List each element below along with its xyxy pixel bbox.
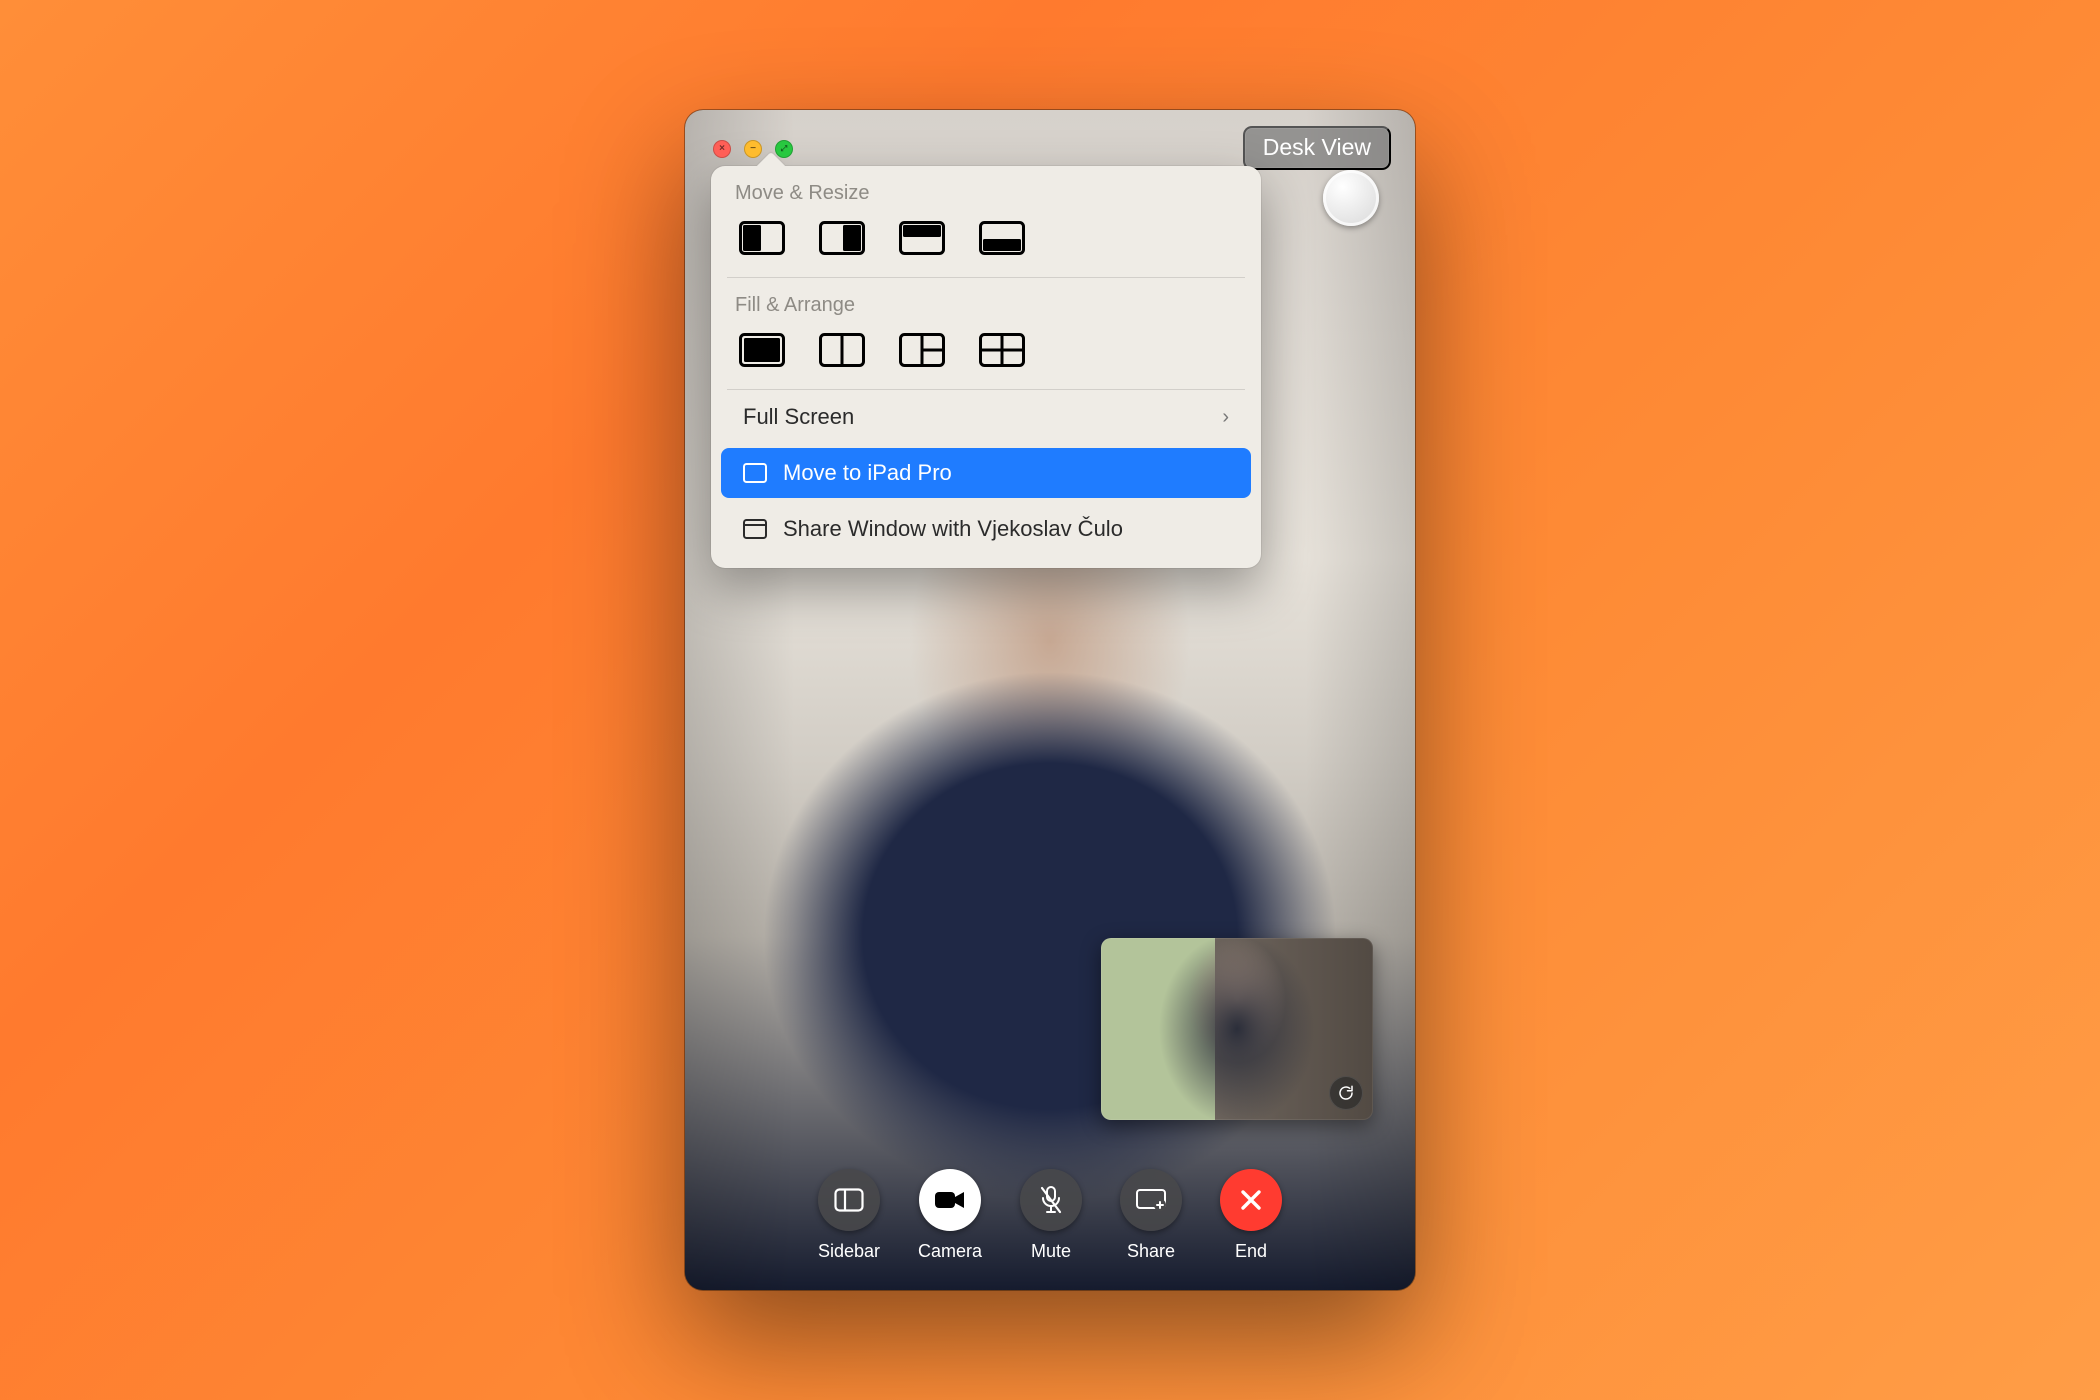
share-button[interactable] (1120, 1169, 1182, 1231)
menu-item-full-screen[interactable]: Full Screen › (721, 392, 1251, 442)
window-minimize-button[interactable]: − (744, 140, 762, 158)
desk-view-button[interactable]: Desk View (1243, 126, 1391, 170)
arrange-three-tile-icon[interactable] (899, 333, 945, 367)
zoom-icon: ⤢ (781, 145, 787, 153)
menu-item-label: Full Screen (743, 404, 854, 430)
close-icon (1238, 1187, 1264, 1213)
window-traffic-lights: × − ⤢ (713, 140, 793, 158)
tile-left-half-icon[interactable] (739, 221, 785, 255)
tile-bottom-half-icon[interactable] (979, 221, 1025, 255)
arrange-fill-icon[interactable] (739, 333, 785, 367)
control-label: Mute (1031, 1241, 1071, 1262)
control-share: Share (1120, 1169, 1182, 1262)
sidebar-button[interactable] (818, 1169, 880, 1231)
rotate-camera-button[interactable] (1329, 1076, 1363, 1110)
minimize-icon: − (750, 144, 756, 154)
call-controls: Sidebar Camera Mute (685, 1169, 1415, 1262)
menu-item-label: Move to iPad Pro (783, 460, 952, 486)
control-sidebar: Sidebar (818, 1169, 880, 1262)
control-label: Camera (918, 1241, 982, 1262)
rotate-icon (1337, 1084, 1355, 1102)
sidebar-icon (834, 1188, 864, 1212)
fill-arrange-section: Fill & Arrange (711, 278, 1261, 389)
control-label: Sidebar (818, 1241, 880, 1262)
control-end: End (1220, 1169, 1282, 1262)
control-label: Share (1127, 1241, 1175, 1262)
menu-item-move-to-ipad[interactable]: Move to iPad Pro (721, 448, 1251, 498)
live-photo-shutter[interactable] (1323, 170, 1379, 226)
fill-arrange-label: Fill & Arrange (735, 294, 1237, 317)
end-call-button[interactable] (1220, 1169, 1282, 1231)
microphone-muted-icon (1038, 1185, 1064, 1215)
camera-icon (934, 1189, 966, 1211)
control-mute: Mute (1020, 1169, 1082, 1262)
screen-share-icon (1135, 1188, 1167, 1212)
facetime-window: × − ⤢ Desk View Move & Resize Fill & Arr… (685, 110, 1415, 1290)
move-resize-label: Move & Resize (735, 182, 1237, 205)
ipad-icon (743, 463, 767, 483)
window-icon (743, 519, 767, 539)
tile-top-half-icon[interactable] (899, 221, 945, 255)
control-label: End (1235, 1241, 1267, 1262)
mute-button[interactable] (1020, 1169, 1082, 1231)
window-layout-popover: Move & Resize Fill & Arrange Full Screen… (711, 166, 1261, 568)
camera-button[interactable] (919, 1169, 981, 1231)
chevron-right-icon: › (1222, 406, 1229, 429)
close-icon: × (719, 144, 725, 154)
arrange-two-column-icon[interactable] (819, 333, 865, 367)
arrange-four-tile-icon[interactable] (979, 333, 1025, 367)
menu-item-share-window[interactable]: Share Window with Vjekoslav Čulo (721, 504, 1251, 554)
self-view-pip[interactable] (1101, 938, 1373, 1120)
window-close-button[interactable]: × (713, 140, 731, 158)
tile-right-half-icon[interactable] (819, 221, 865, 255)
control-camera: Camera (918, 1169, 982, 1262)
window-zoom-button[interactable]: ⤢ (775, 140, 793, 158)
move-resize-section: Move & Resize (711, 166, 1261, 277)
menu-item-label: Share Window with Vjekoslav Čulo (783, 516, 1123, 542)
